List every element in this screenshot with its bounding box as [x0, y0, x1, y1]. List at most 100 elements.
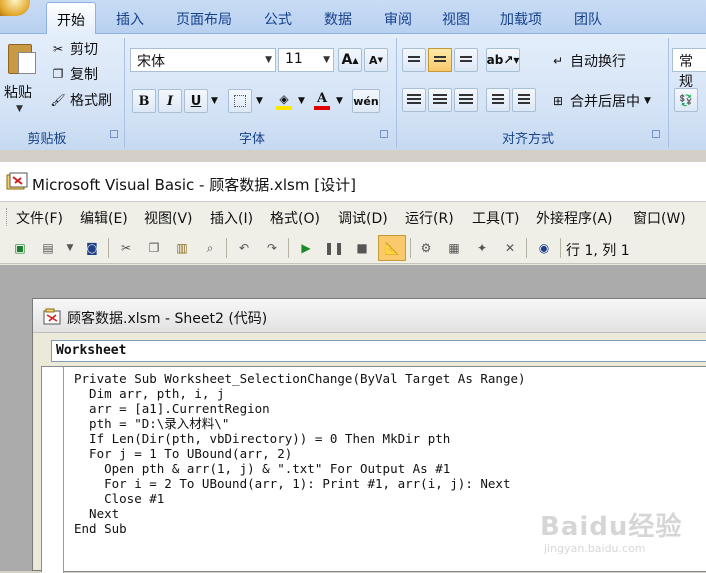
- menu-add-ins[interactable]: 外接程序(A): [536, 208, 613, 228]
- insert-userform-icon[interactable]: ▤: [38, 238, 58, 258]
- font-size-select[interactable]: 11 ▼: [278, 48, 334, 72]
- font-name-select[interactable]: 宋体 ▼: [130, 48, 276, 72]
- code-line[interactable]: pth = "D:\录入材料\": [74, 416, 526, 431]
- insert-dropdown-icon[interactable]: ▼: [60, 238, 80, 258]
- undo-icon[interactable]: ↶: [234, 238, 254, 258]
- outdent-icon: [492, 94, 504, 106]
- number-format-select[interactable]: 常规: [672, 48, 706, 90]
- code-line[interactable]: Next: [74, 506, 526, 521]
- decrease-indent-button[interactable]: [486, 88, 510, 112]
- grow-font-button[interactable]: A ▲: [338, 48, 362, 72]
- code-margin-indicator-bar[interactable]: [42, 367, 64, 573]
- toolbox-icon[interactable]: ✕: [500, 238, 520, 258]
- tab-home[interactable]: 开始: [46, 2, 96, 34]
- tab-insert[interactable]: 插入: [106, 2, 154, 34]
- tab-page-layout[interactable]: 页面布局: [166, 2, 242, 34]
- borders-button[interactable]: [228, 89, 252, 113]
- align-center-button[interactable]: [428, 88, 452, 112]
- menu-tools[interactable]: 工具(T): [472, 208, 519, 228]
- accounting-format-button[interactable]: 💱: [674, 88, 698, 112]
- code-line[interactable]: Open pth & arr(1, j) & ".txt" For Output…: [74, 461, 526, 476]
- menu-run[interactable]: 运行(R): [405, 208, 454, 228]
- underline-button[interactable]: U: [184, 89, 208, 113]
- cut-icon[interactable]: ✂: [116, 238, 136, 258]
- vbe-title-text: Microsoft Visual Basic - 顾客数据.xlsm [设计]: [32, 176, 356, 194]
- paste-icon[interactable]: ▥: [172, 238, 192, 258]
- copy-icon[interactable]: ❐: [144, 238, 164, 258]
- phonetic-button[interactable]: wén: [352, 89, 380, 113]
- menu-insert[interactable]: 插入(I): [210, 208, 253, 228]
- align-middle-button[interactable]: [428, 48, 452, 72]
- menu-format[interactable]: 格式(O): [270, 208, 320, 228]
- font-launcher-icon[interactable]: [380, 130, 388, 138]
- view-excel-icon[interactable]: ▣: [10, 238, 30, 258]
- fill-dropdown-icon[interactable]: ▼: [298, 96, 305, 106]
- paste-dropdown-icon[interactable]: ▼: [16, 104, 23, 114]
- borders-dropdown-icon[interactable]: ▼: [256, 96, 263, 106]
- tab-view[interactable]: 视图: [432, 2, 480, 34]
- paste-button[interactable]: [4, 40, 40, 86]
- align-top-button[interactable]: [402, 48, 426, 72]
- code-line[interactable]: For j = 1 To UBound(arr, 2): [74, 446, 526, 461]
- code-line[interactable]: Dim arr, pth, i, j: [74, 386, 526, 401]
- orientation-button[interactable]: ab↗▾: [486, 48, 520, 72]
- tab-review[interactable]: 审阅: [374, 2, 422, 34]
- bold-button[interactable]: B: [132, 89, 156, 113]
- redo-icon[interactable]: ↷: [262, 238, 282, 258]
- shrink-font-button[interactable]: A ▼: [364, 48, 388, 72]
- cut-button[interactable]: ✂ 剪切: [50, 38, 98, 60]
- align-left-button[interactable]: [402, 88, 426, 112]
- align-bottom-button[interactable]: [454, 48, 478, 72]
- reset-icon[interactable]: ■: [352, 238, 372, 258]
- tab-data[interactable]: 数据: [314, 2, 362, 34]
- watermark-url: jingyan.baidu.com: [544, 542, 646, 555]
- fill-color-button[interactable]: ◈: [272, 89, 296, 113]
- tab-add-ins[interactable]: 加载项: [490, 2, 552, 34]
- format-painter-label: 格式刷: [70, 93, 112, 109]
- find-icon[interactable]: ⌕: [200, 238, 220, 258]
- code-line[interactable]: For i = 2 To UBound(arr, 1): Print #1, a…: [74, 476, 526, 491]
- alignment-launcher-icon[interactable]: [652, 130, 660, 138]
- ribbon-body: 粘贴 ▼ ✂ 剪切 ❐ 复制 🖌 格式刷 剪贴板 宋体 ▼ 11 ▼ A ▲ A ▼…: [0, 34, 706, 150]
- menu-file[interactable]: 文件(F): [16, 208, 63, 228]
- clipboard-launcher-icon[interactable]: [110, 130, 118, 138]
- number-format-value: 常规: [679, 54, 693, 90]
- font-color-button[interactable]: A: [310, 89, 334, 113]
- menu-window[interactable]: 窗口(W): [633, 208, 686, 228]
- code-line[interactable]: End Sub: [74, 521, 526, 536]
- office-button-icon[interactable]: [0, 0, 30, 16]
- font-size-value: 11: [285, 51, 303, 67]
- menu-view[interactable]: 视图(V): [144, 208, 193, 228]
- merge-center-button[interactable]: ⊞ 合并后居中 ▼: [550, 90, 651, 112]
- help-icon[interactable]: ◉: [534, 238, 554, 258]
- design-mode-icon[interactable]: 📐: [378, 235, 406, 261]
- code-line[interactable]: Close #1: [74, 491, 526, 506]
- vbe-standard-toolbar: ▣ ▤ ▼ ◙ ✂ ❐ ▥ ⌕ ↶ ↷ ▶ ❚❚ ■ 📐 ⚙ ▦ ✦ ✕ ◉ 行…: [0, 232, 706, 264]
- copy-button[interactable]: ❐ 复制: [50, 63, 98, 85]
- baidu-jingyan-watermark: Baidu经验 jingyan.baidu.com: [540, 506, 706, 571]
- format-painter-button[interactable]: 🖌 格式刷: [50, 89, 112, 111]
- code-line[interactable]: Private Sub Worksheet_SelectionChange(By…: [74, 371, 526, 386]
- underline-dropdown-icon[interactable]: ▼: [211, 96, 218, 106]
- object-select[interactable]: Worksheet: [51, 340, 706, 362]
- object-browser-icon[interactable]: ✦: [472, 238, 492, 258]
- code-line[interactable]: If Len(Dir(pth, vbDirectory)) = 0 Then M…: [74, 431, 526, 446]
- group-divider: [396, 38, 397, 148]
- properties-window-icon[interactable]: ▦: [444, 238, 464, 258]
- code-line[interactable]: arr = [a1].CurrentRegion: [74, 401, 526, 416]
- wrap-text-icon: ↵: [552, 54, 564, 68]
- project-explorer-icon[interactable]: ⚙: [416, 238, 436, 258]
- code-text[interactable]: Private Sub Worksheet_SelectionChange(By…: [74, 371, 526, 536]
- pause-icon[interactable]: ❚❚: [324, 238, 344, 258]
- wrap-text-button[interactable]: ↵ 自动换行: [550, 50, 626, 72]
- run-icon[interactable]: ▶: [296, 238, 316, 258]
- increase-indent-button[interactable]: [512, 88, 536, 112]
- save-icon[interactable]: ◙: [82, 238, 102, 258]
- align-right-button[interactable]: [454, 88, 478, 112]
- font-color-dropdown-icon[interactable]: ▼: [336, 96, 343, 106]
- menu-edit[interactable]: 编辑(E): [80, 208, 128, 228]
- tab-team[interactable]: 团队: [564, 2, 612, 34]
- italic-button[interactable]: I: [158, 89, 182, 113]
- menu-debug[interactable]: 调试(D): [338, 208, 388, 228]
- tab-formulas[interactable]: 公式: [254, 2, 302, 34]
